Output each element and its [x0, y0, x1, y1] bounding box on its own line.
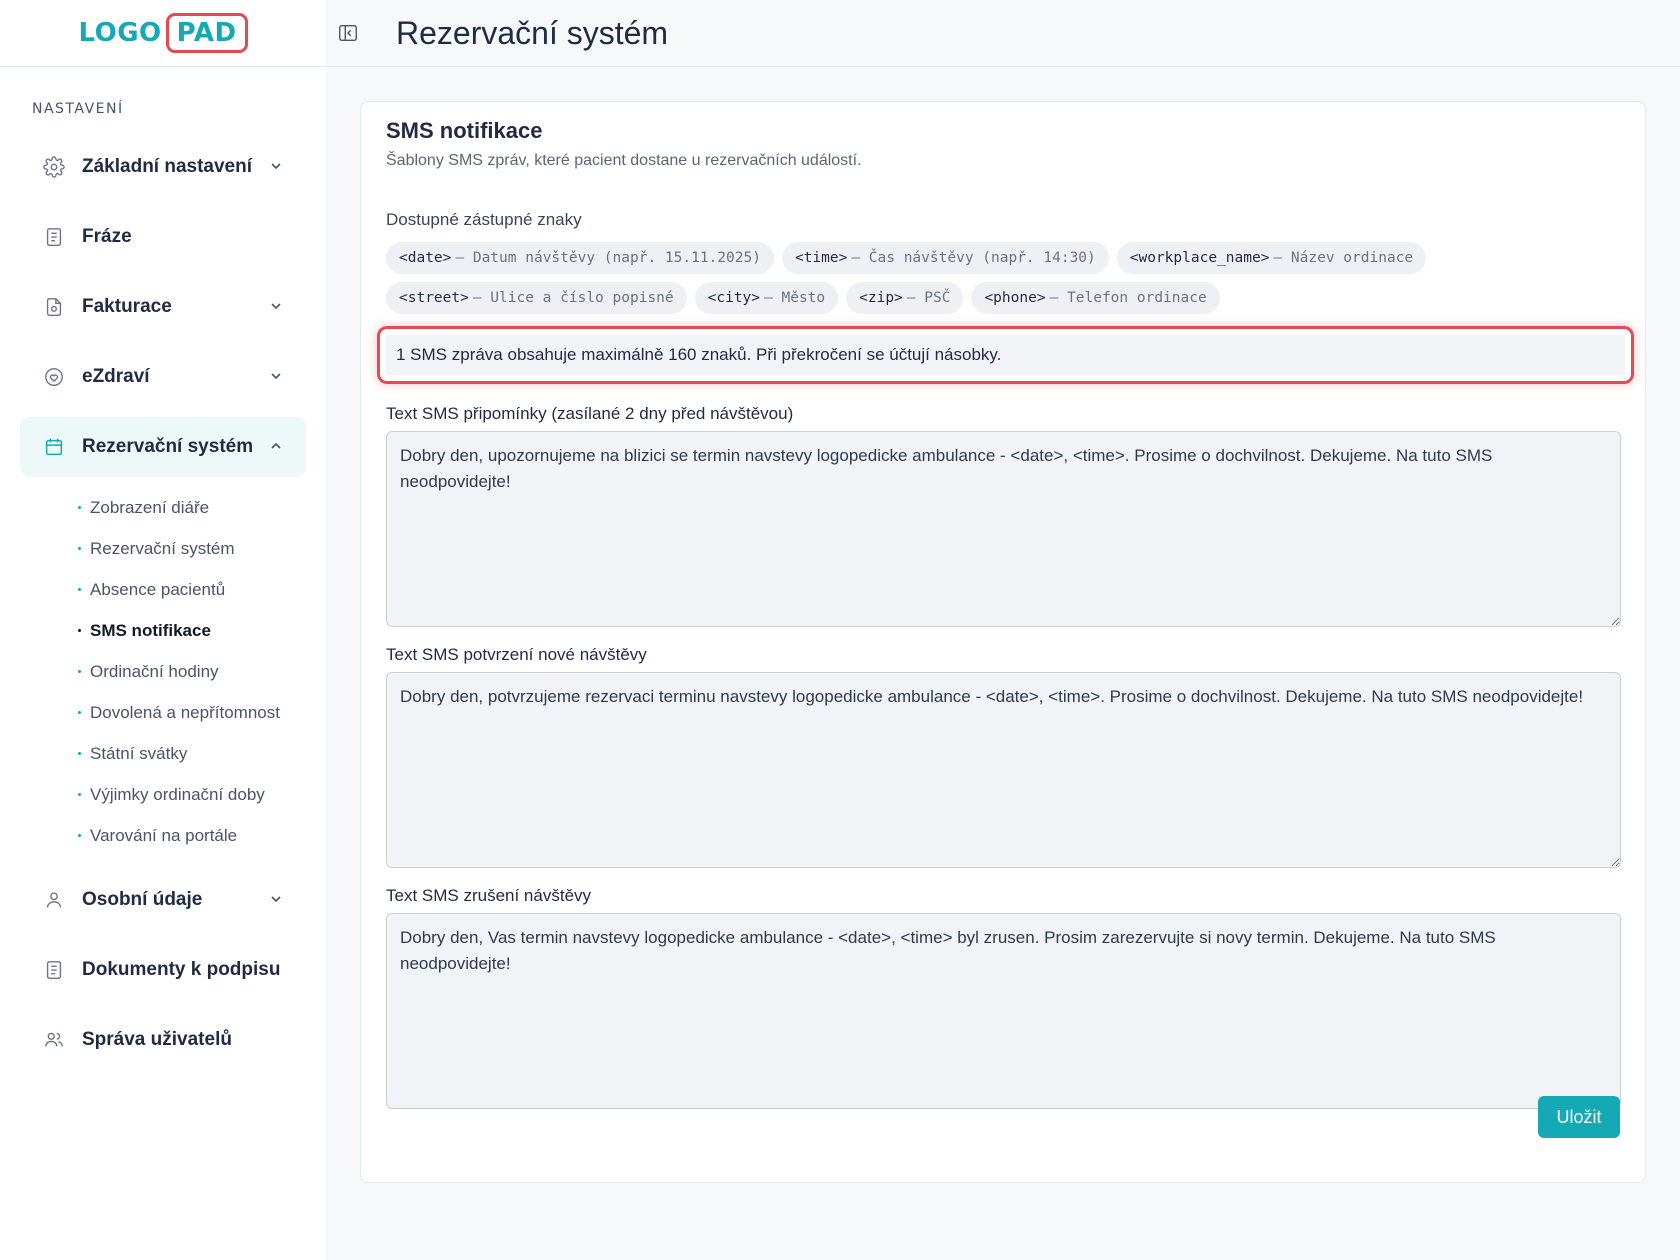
user-icon [42, 888, 66, 912]
sub-item-label: Výjimky ordinační doby [90, 784, 265, 804]
confirmation-sms-label: Text SMS potvrzení nové návštěvy [386, 645, 647, 664]
sidebar-item-label: Základní nastavení [82, 156, 253, 177]
placeholder-chips: <date> – Datum návštěvy (např. 15.11.2025… [386, 242, 1566, 314]
confirmation-sms-textarea[interactable]: Dobry den, potvrzujeme rezervaci terminu… [386, 672, 1621, 868]
sub-item-ordinacni-hodiny[interactable]: Ordinační hodiny [0, 651, 326, 692]
placeholder-code: <time> [794, 250, 848, 266]
placeholder-code: <zip> [859, 290, 903, 306]
sms-length-notice: 1 SMS zpráva obsahuje maximálně 160 znak… [386, 335, 1625, 375]
document-icon [42, 225, 66, 249]
sub-nav-list: Zobrazení diáře Rezervační systém Absenc… [0, 487, 326, 856]
placeholder-chip: <zip> – PSČ [846, 282, 964, 314]
sub-item-sms-notifikace[interactable]: SMS notifikace [0, 610, 326, 651]
logo-text-right: PAD [165, 13, 248, 53]
sub-item-absence-pacientu[interactable]: Absence pacientů [0, 569, 326, 610]
page-title: Rezervační systém [396, 14, 669, 51]
collapse-sidebar-button[interactable] [336, 21, 360, 45]
sub-item-label: Zobrazení diáře [90, 497, 210, 517]
sidebar-item-sprava-uzivatelu[interactable]: Správa uživatelů [20, 1010, 306, 1070]
sub-item-vyjimky[interactable]: Výjimky ordinační doby [0, 774, 326, 815]
sidebar-item-dokumenty[interactable]: Dokumenty k podpisu [20, 940, 306, 1000]
cancellation-sms-label: Text SMS zrušení návštěvy [386, 886, 592, 905]
sidebar-collapse-icon [339, 24, 357, 42]
sidebar-item-label: Osobní údaje [82, 889, 203, 910]
sidebar-item-label: Správa uživatelů [82, 1029, 232, 1050]
placeholder-code: <workplace_name> [1129, 250, 1270, 266]
placeholder-code: <date> [399, 250, 452, 266]
logo-text-left: LOGO [78, 18, 162, 48]
placeholder-desc: – Ulice a číslo popisné [472, 290, 674, 306]
sms-notifications-card: SMS notifikace Šablony SMS zpráv, které … [360, 101, 1646, 1183]
chevron-down-icon [271, 303, 281, 310]
sub-item-label: Ordinační hodiny [90, 661, 219, 681]
card-subtitle: Šablony SMS zpráv, které pacient dostane… [386, 152, 862, 169]
cancellation-sms-textarea[interactable]: Dobry den, Vas termin navstevy logopedic… [386, 913, 1621, 1109]
sub-item-statni-svatky[interactable]: Státní svátky [0, 733, 326, 774]
sidebar-item-fakturace[interactable]: Fakturace [20, 277, 306, 337]
placeholder-code: <city> [707, 290, 761, 306]
sub-item-dovolena[interactable]: Dovolená a nepřítomnost [0, 692, 326, 733]
placeholder-desc: – Čas návštěvy (např. 14:30) [851, 250, 1096, 266]
sidebar-item-ezdravi[interactable]: eZdraví [20, 347, 306, 407]
placeholder-chip: <date> – Datum návštěvy (např. 15.11.2025… [386, 242, 774, 274]
placeholder-code: <street> [399, 290, 469, 306]
placeholder-desc: – PSČ [906, 290, 951, 306]
sidebar-item-osobni-udaje[interactable]: Osobní údaje [20, 870, 306, 930]
placeholder-desc: – Datum návštěvy (např. 15.11.2025) [455, 250, 761, 266]
placeholder-chip: <workplace_name> – Název ordinace [1116, 242, 1427, 274]
invoice-icon [42, 295, 66, 319]
sidebar: LOGO PAD NASTAVENÍ Základní nastavení Fr… [0, 0, 326, 1260]
document-icon [42, 958, 66, 982]
placeholder-chip: <time> – Čas návštěvy (např. 14:30) [781, 242, 1109, 274]
topbar: Rezervační systém [326, 0, 1680, 67]
sidebar-item-label: Dokumenty k podpisu [82, 959, 281, 980]
sub-item-label: Dovolená a nepřítomnost [90, 702, 280, 722]
placeholder-chip: <city> – Město [694, 282, 839, 314]
reminder-sms-label: Text SMS připomínky (zasílané 2 dny před… [386, 404, 794, 423]
placeholder-chip: <phone> – Telefon ordinace [971, 282, 1220, 314]
sms-length-notice-highlight: 1 SMS zpráva obsahuje maximálně 160 znak… [377, 326, 1634, 384]
logo-area: LOGO PAD [0, 0, 326, 67]
calendar-icon [42, 435, 66, 459]
nav-section-title: NASTAVENÍ [32, 101, 124, 117]
heart-shield-icon [42, 365, 66, 389]
users-icon [42, 1028, 66, 1052]
nav-list: Základní nastavení Fráze Fakturace eZdra… [0, 137, 326, 1070]
placeholder-desc: – Město [764, 290, 826, 306]
sub-item-label: Varování na portále [90, 825, 238, 845]
sub-item-label: Rezervační systém [90, 538, 235, 558]
sub-item-varovani[interactable]: Varování na portále [0, 815, 326, 856]
sidebar-item-label: Rezervační systém [82, 436, 254, 457]
chevron-down-icon [271, 163, 281, 170]
chevron-down-icon [271, 896, 281, 903]
gear-icon [42, 155, 66, 179]
sidebar-item-label: Fráze [82, 226, 132, 247]
save-button[interactable]: Uložit [1538, 1096, 1620, 1138]
chevron-down-icon [271, 373, 281, 380]
placeholders-title: Dostupné zástupné znaky [386, 210, 582, 229]
card-title: SMS notifikace [386, 118, 543, 143]
placeholder-code: <phone> [984, 290, 1046, 306]
sidebar-item-fraze[interactable]: Fráze [20, 207, 306, 267]
chevron-up-icon [271, 442, 281, 449]
placeholder-desc: – Telefon ordinace [1049, 290, 1207, 306]
sub-item-label: Absence pacientů [90, 579, 226, 599]
placeholder-chip: <street> – Ulice a číslo popisné [386, 282, 687, 314]
sub-item-label: SMS notifikace [90, 620, 211, 640]
placeholder-desc: – Název ordinace [1273, 250, 1414, 266]
sidebar-item-label: Fakturace [82, 296, 172, 317]
sub-item-zobrazeni-diare[interactable]: Zobrazení diáře [0, 487, 326, 528]
sub-item-label: Státní svátky [90, 743, 188, 763]
sub-item-rezervacni-system[interactable]: Rezervační systém [0, 528, 326, 569]
sidebar-item-zakladni-nastaveni[interactable]: Základní nastavení [20, 137, 306, 197]
sidebar-item-rezervacni-system[interactable]: Rezervační systém [20, 417, 306, 477]
logo[interactable]: LOGO PAD [78, 13, 248, 53]
reminder-sms-textarea[interactable]: Dobry den, upozornujeme na blizici se te… [386, 431, 1621, 627]
sidebar-item-label: eZdraví [82, 366, 150, 387]
